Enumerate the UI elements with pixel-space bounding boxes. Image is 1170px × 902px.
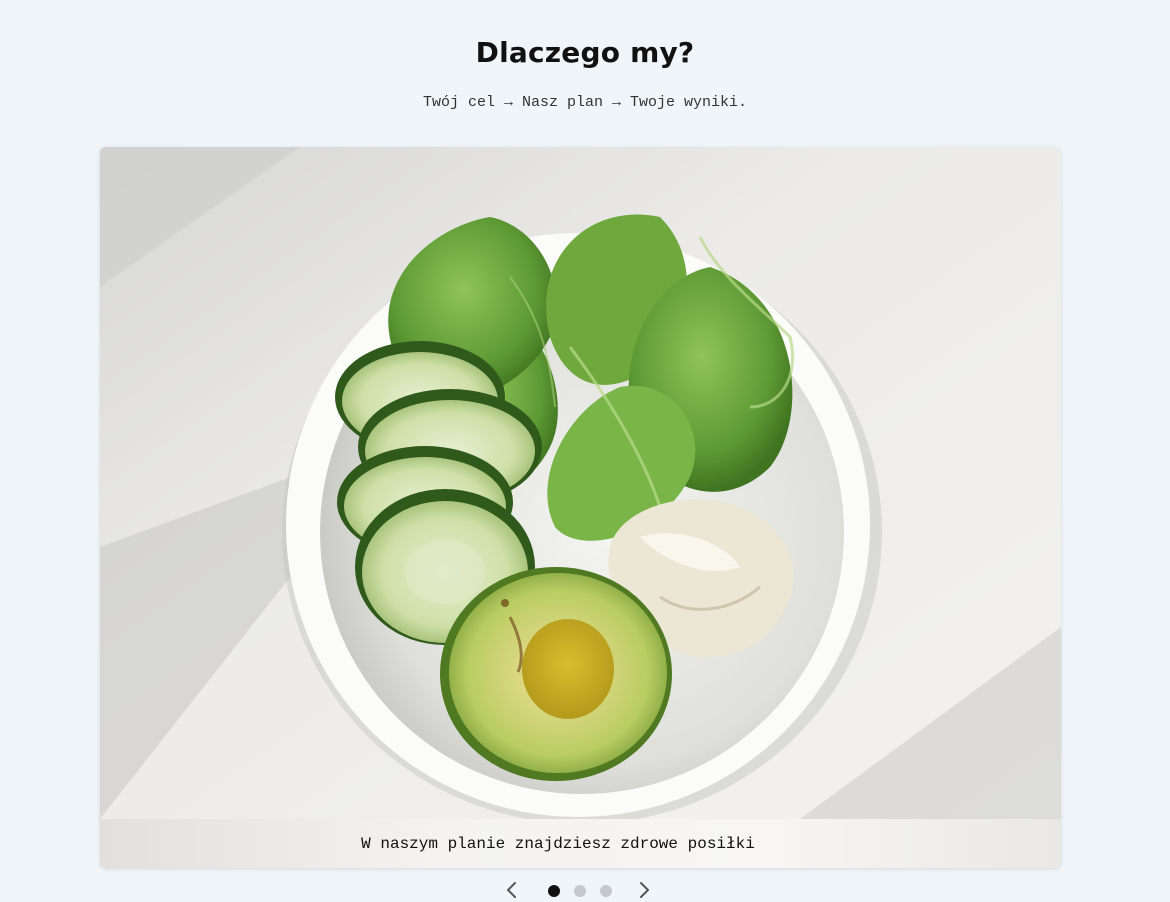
slide-caption: W naszym planie znajdziesz zdrowe posiłk… [361, 834, 755, 853]
section-title: Dlaczego my? [475, 36, 695, 69]
slide-image [100, 147, 1061, 819]
chevron-right-icon [640, 882, 649, 898]
slide-caption-bar: W naszym planie znajdziesz zdrowe posiłk… [100, 819, 1061, 868]
carousel-controls [0, 878, 1170, 902]
carousel-indicator-2[interactable] [574, 885, 586, 897]
chevron-left-icon [507, 882, 516, 898]
carousel: W naszym planie znajdziesz zdrowe posiłk… [100, 147, 1061, 868]
carousel-next-button[interactable] [632, 878, 656, 902]
section-subtitle: Twój cel → Nasz plan → Twoje wyniki. [422, 94, 748, 111]
carousel-indicator-3[interactable] [600, 885, 612, 897]
carousel-indicator-1[interactable] [548, 885, 560, 897]
carousel-prev-button[interactable] [500, 878, 524, 902]
